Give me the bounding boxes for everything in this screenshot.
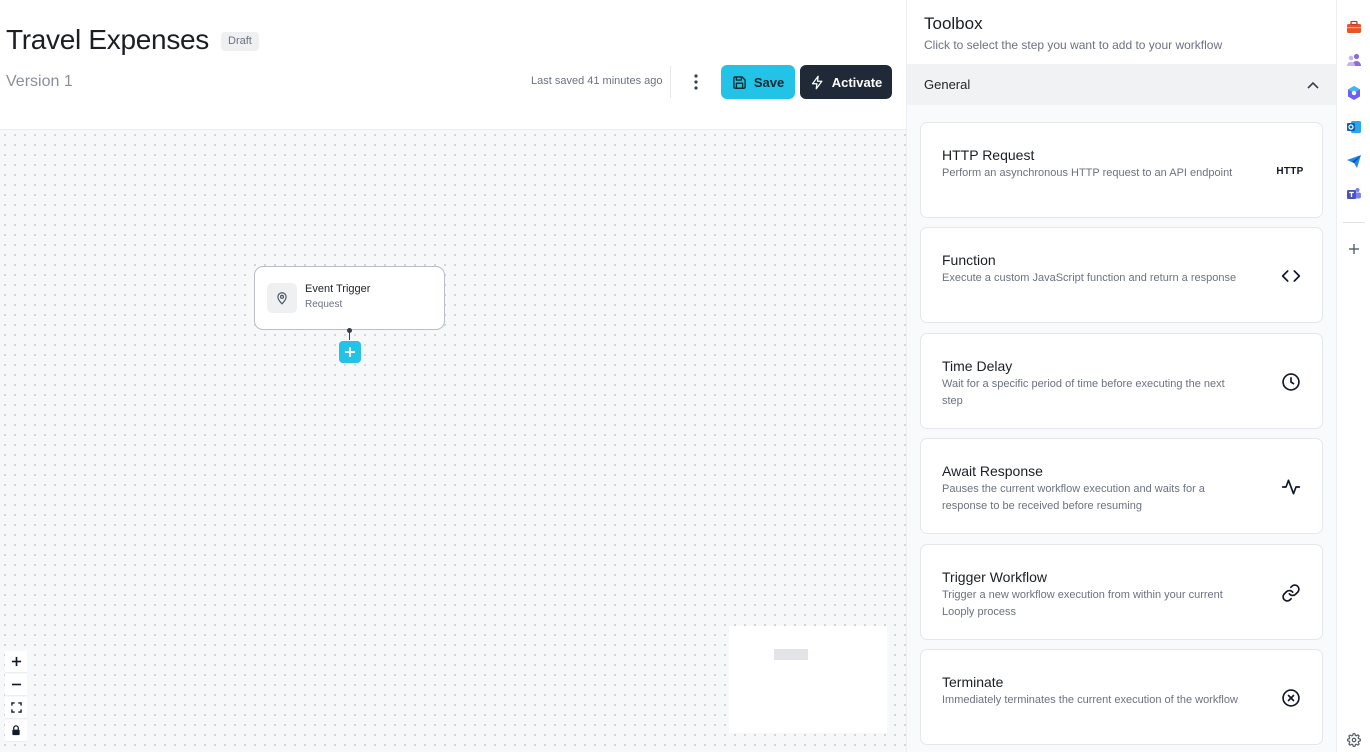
activity-pulse-icon	[1279, 475, 1303, 499]
toolbox-header: Toolbox Click to select the step you wan…	[907, 0, 1337, 64]
toolbox-title: Toolbox	[924, 14, 983, 33]
code-brackets-icon	[1279, 264, 1303, 288]
copilot-icon[interactable]	[1346, 85, 1362, 101]
item-description: Immediately terminates the current execu…	[942, 694, 1238, 706]
node-title: Event Trigger	[305, 283, 371, 295]
chevron-up-icon	[1307, 81, 1319, 89]
item-description: Trigger a new workflow execution from wi…	[942, 589, 1223, 618]
settings-icon[interactable]	[1346, 732, 1362, 748]
toolbox-subtitle: Click to select the step you want to add…	[924, 38, 1223, 52]
fit-view-button[interactable]	[5, 697, 27, 719]
toolbox-item-terminate[interactable]: Terminate Immediately terminates the cur…	[920, 649, 1323, 745]
toolbox-item-await-response[interactable]: Await Response Pauses the current workfl…	[920, 438, 1323, 534]
item-description: Perform an asynchronous HTTP request to …	[942, 167, 1233, 179]
lightning-icon	[811, 75, 823, 89]
x-circle-icon	[1279, 686, 1303, 710]
vertical-dots-icon	[694, 74, 698, 90]
minimap-node	[774, 649, 808, 660]
people-icon[interactable]	[1346, 52, 1362, 68]
item-description: Pauses the current workflow execution an…	[942, 483, 1205, 512]
status-badge: Draft	[221, 32, 259, 51]
briefcase-icon[interactable]	[1346, 19, 1362, 35]
plus-icon	[345, 347, 355, 357]
workflow-canvas[interactable]: Event Trigger Request	[0, 130, 906, 752]
node-subtitle: Request	[305, 299, 343, 310]
http-icon-label: HTTP	[1276, 165, 1304, 177]
zoom-in-button[interactable]	[5, 651, 27, 673]
minus-icon	[11, 683, 21, 686]
lock-icon	[12, 725, 20, 736]
workflow-node-event-trigger[interactable]: Event Trigger Request	[254, 266, 445, 330]
toolbox-panel: Toolbox Click to select the step you wan…	[906, 0, 1337, 752]
section-label: General	[924, 77, 971, 92]
activate-button[interactable]: Activate	[800, 65, 892, 99]
item-title: Function	[942, 252, 996, 268]
more-options-button[interactable]	[684, 68, 708, 96]
item-title: HTTP Request	[942, 147, 1035, 163]
header-divider	[670, 66, 671, 98]
plus-icon	[11, 656, 21, 667]
toolbox-item-function[interactable]: Function Execute a custom JavaScript fun…	[920, 227, 1323, 323]
save-button[interactable]: Save	[721, 65, 795, 99]
page-title: Travel Expenses	[6, 24, 209, 55]
node-connector	[349, 330, 350, 340]
workflow-header: Travel Expenses Draft Version 1 Last sav…	[0, 0, 906, 130]
floppy-disk-icon	[733, 75, 746, 89]
app-rail	[1336, 0, 1370, 752]
clock-icon	[1279, 370, 1303, 394]
lock-button[interactable]	[5, 720, 27, 742]
add-step-button[interactable]	[339, 341, 361, 363]
zoom-controls	[5, 651, 27, 742]
location-pin-icon	[267, 283, 297, 313]
item-title: Terminate	[942, 674, 1004, 690]
zoom-out-button[interactable]	[5, 674, 27, 696]
activate-button-label: Activate	[831, 74, 883, 90]
fit-view-icon	[10, 702, 22, 713]
version-label: Version 1	[6, 73, 73, 90]
last-saved-text: Last saved 41 minutes ago	[531, 75, 663, 87]
save-button-label: Save	[753, 74, 785, 90]
outlook-icon[interactable]	[1346, 119, 1362, 135]
item-description: Execute a custom JavaScript function and…	[942, 272, 1237, 284]
http-icon: HTTP	[1270, 159, 1310, 183]
send-icon[interactable]	[1346, 153, 1362, 169]
add-icon[interactable]	[1346, 241, 1362, 257]
toolbox-item-trigger-workflow[interactable]: Trigger Workflow Trigger a new workflow …	[920, 544, 1323, 640]
toolbox-item-time-delay[interactable]: Time Delay Wait for a specific period of…	[920, 333, 1323, 429]
section-general[interactable]: General	[907, 64, 1337, 105]
item-description: Wait for a specific period of time befor…	[942, 378, 1225, 407]
teams-icon[interactable]	[1346, 186, 1362, 202]
item-title: Trigger Workflow	[942, 569, 1048, 585]
item-title: Await Response	[942, 463, 1043, 479]
toolbox-item-http-request[interactable]: HTTP Request Perform an asynchronous HTT…	[920, 122, 1323, 218]
link-icon	[1279, 581, 1303, 605]
item-title: Time Delay	[942, 358, 1013, 374]
rail-divider	[1343, 222, 1365, 223]
minimap[interactable]	[729, 626, 887, 733]
